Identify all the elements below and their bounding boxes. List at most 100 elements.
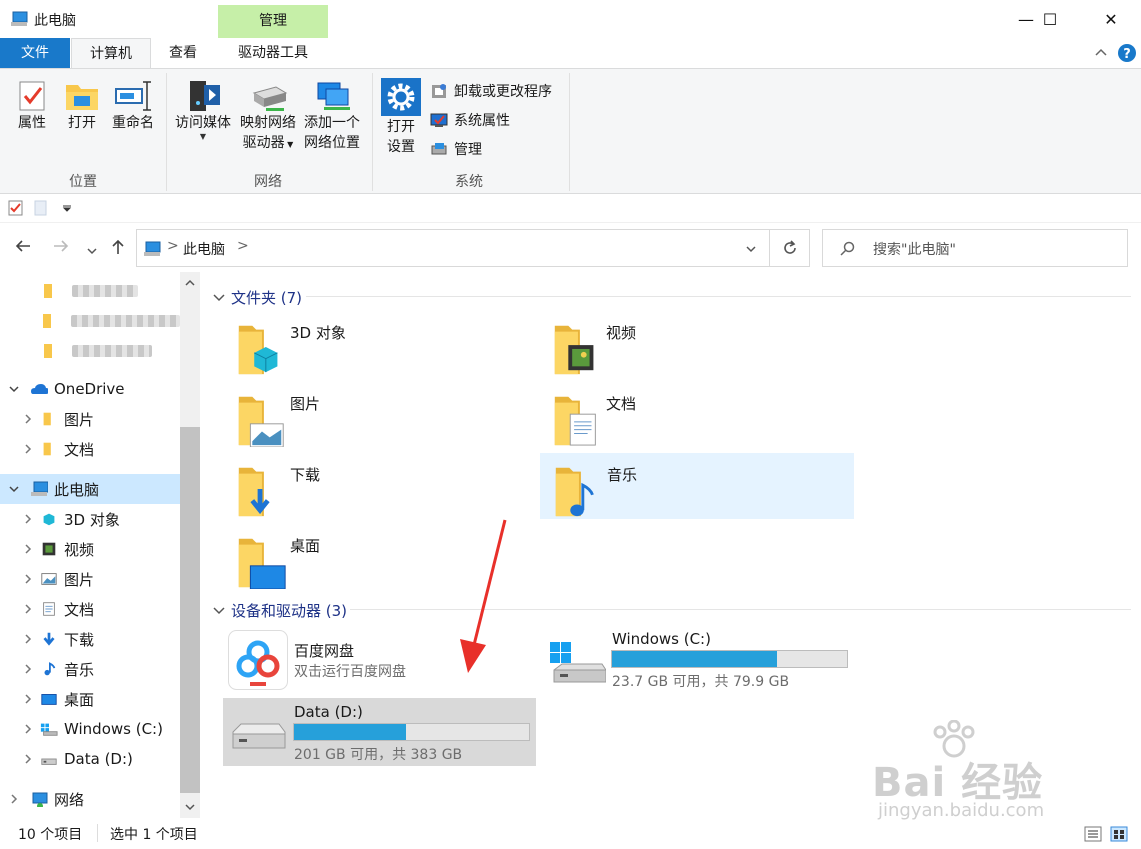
baidu-netdisk-item[interactable]: 百度网盘 双击运行百度网盘 [224,626,464,692]
close-button[interactable]: ✕ [1088,0,1134,38]
nav-label: 文档 [64,440,95,459]
nav-label: 文档 [64,600,95,619]
chevron-right-icon [25,574,32,584]
open-settings-label-1: 打开 [387,119,415,135]
folder-item-pictures[interactable]: 图片 [224,383,538,449]
system-properties-button[interactable]: 系统属性 [430,110,510,130]
section-divider [306,296,1131,297]
tab-drive-tools[interactable]: 驱动器工具 [218,38,328,68]
nav-child-item[interactable]: 桌面 [0,684,180,714]
add-network-location-button[interactable]: 添加一个 网络位置 [300,79,364,153]
search-icon [840,241,855,256]
nav-scrollbar[interactable] [180,272,200,818]
folder-item-3d-objects[interactable]: 3D 对象 [224,312,538,378]
collapse-ribbon-icon[interactable] [1094,46,1108,58]
nav-pinned-item[interactable] [0,336,180,366]
chevron-right-icon [25,694,32,704]
breadcrumb-separator[interactable]: > [237,238,249,254]
network-icon [32,792,48,807]
nav-child-item[interactable]: 文档 [0,434,180,464]
large-icons-view-icon[interactable] [1110,826,1128,842]
address-dropdown-icon[interactable] [745,244,757,254]
up-button[interactable] [110,238,126,261]
details-view-icon[interactable] [1084,826,1102,842]
folders-section-header[interactable]: 文件夹 (7) [212,287,302,308]
add-location-label-2: 网络位置 [304,135,360,151]
back-button[interactable] [14,238,32,259]
forward-button[interactable] [52,238,70,259]
nav-item-this-pc[interactable]: 此电脑 [0,474,180,504]
nav-child-item[interactable]: 文档 [0,594,180,624]
devices-section-header[interactable]: 设备和驱动器 (3) [212,600,347,621]
system-properties-icon [430,113,448,127]
nav-item-network[interactable]: 网络 [0,784,180,814]
nav-child-item[interactable]: 3D 对象 [0,504,180,534]
open-settings-button[interactable]: 打开 设置 [378,77,424,157]
nav-child-item[interactable]: Data (D:) [0,744,180,774]
status-divider [97,824,98,842]
access-media-label: 访问媒体 [175,115,231,131]
scroll-up-icon[interactable] [184,278,196,288]
tab-computer[interactable]: 计算机 [71,38,151,68]
folder-icon [43,412,51,426]
nav-child-item[interactable]: 音乐 [0,654,180,684]
chevron-right-icon [25,754,32,764]
breadcrumb-separator[interactable]: > [167,238,179,254]
nav-label: 图片 [64,570,95,589]
drive-d-item[interactable]: Data (D:) 201 GB 可用，共 383 GB [223,698,536,766]
nav-child-item[interactable]: 图片 [0,404,180,434]
manage-label: 管理 [454,142,482,158]
nav-child-item[interactable]: 下载 [0,624,180,654]
folder-item-downloads[interactable]: 下载 [224,454,538,520]
properties-button[interactable]: 属性 [10,79,54,133]
scroll-down-icon[interactable] [184,802,196,812]
chevron-right-icon [11,794,18,804]
context-tab-header: 管理 [218,5,328,38]
nav-label: OneDrive [54,380,125,398]
back-arrow-icon [15,240,30,252]
nav-child-item[interactable]: 视频 [0,534,180,564]
search-box[interactable]: 搜索"此电脑" [822,229,1128,267]
nav-child-item[interactable]: Windows (C:) [0,714,180,744]
folder-name: 音乐 [607,466,638,484]
nav-label: Windows (C:) [64,720,163,738]
nav-scrollbar-thumb[interactable] [180,427,200,793]
maximize-button[interactable]: ☐ [1027,0,1073,38]
nav-child-item[interactable]: 图片 [0,564,180,594]
folder-item-documents[interactable]: 文档 [540,383,854,449]
rename-button[interactable]: 重命名 [108,79,158,133]
address-bar[interactable]: > 此电脑 > [136,229,770,267]
chevron-right-icon [25,724,32,734]
map-network-drive-button[interactable]: 映射网络 驱动器 ▼ [236,79,300,155]
recent-locations-button[interactable] [86,240,98,261]
folder-name: 3D 对象 [290,324,346,342]
manage-button[interactable]: 管理 [430,139,482,159]
this-pc-icon [11,11,28,26]
qat-properties-icon[interactable] [8,200,24,216]
nav-pinned-item[interactable] [0,276,180,306]
folder-item-music[interactable]: 音乐 [540,453,854,519]
open-button[interactable]: 打开 [60,79,104,133]
qat-customize-icon[interactable] [62,203,72,213]
this-pc-icon [31,481,48,496]
help-icon[interactable]: ? [1117,43,1137,63]
selected-count: 选中 1 个项目 [110,827,198,843]
ribbon-tabs: 文件 计算机 查看 驱动器工具 ? [0,38,1141,68]
access-media-button[interactable]: 访问媒体 ▼ [172,79,234,141]
media-server-icon [190,81,220,111]
tab-view[interactable]: 查看 [152,38,214,68]
nav-item-onedrive[interactable]: OneDrive [0,374,180,404]
drive-c-usage-fill [612,651,777,667]
uninstall-program-button[interactable]: 卸载或更改程序 [430,81,552,101]
breadcrumb-this-pc[interactable]: 此电脑 [183,239,225,259]
folder-downloads-icon [238,467,270,517]
folder-item-videos[interactable]: 视频 [540,312,854,378]
drive-c-space: 23.7 GB 可用，共 79.9 GB [612,674,790,690]
qat-new-folder-icon[interactable] [34,200,48,216]
tab-file[interactable]: 文件 [0,38,70,68]
nav-pinned-item[interactable] [0,306,180,336]
hard-drive-icon [232,723,286,749]
refresh-button[interactable] [770,229,810,267]
chevron-down-icon [213,293,225,301]
drive-c-item[interactable]: Windows (C:) 23.7 GB 可用，共 79.9 GB [540,626,854,692]
